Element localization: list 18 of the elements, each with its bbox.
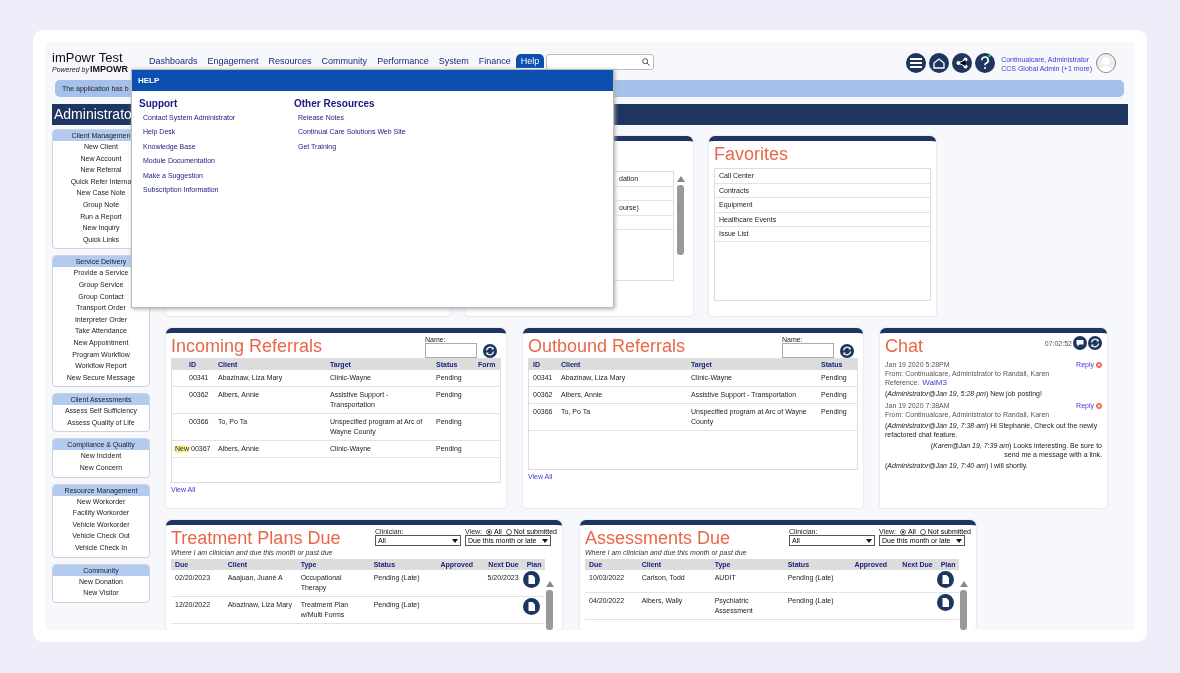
panel-title: Treatment Plans Due <box>171 528 341 549</box>
reference-link[interactable]: WalM3 <box>922 378 947 387</box>
panel-title: Assessments Due <box>585 528 732 549</box>
panel-title: Outbound Referrals <box>528 336 686 357</box>
nav-tab[interactable]: Engagement <box>202 54 264 68</box>
panel-title: Incoming Referrals <box>171 336 323 357</box>
nav-tab[interactable]: Dashboards <box>144 54 203 68</box>
nav-tab[interactable]: Community <box>316 54 373 68</box>
nav-tab[interactable]: System <box>433 54 474 68</box>
panel-title: Favorites <box>714 144 790 165</box>
nav-tab[interactable]: Resources <box>263 54 317 68</box>
menu-title: HELP <box>132 70 613 91</box>
panel-title: Chat <box>885 336 924 357</box>
nav-tab[interactable]: Help <box>515 54 545 68</box>
brand-logo: IMPOWR <box>89 64 128 74</box>
nav-tab[interactable]: Finance <box>473 54 516 68</box>
nav-tab[interactable]: Performance <box>372 54 434 68</box>
app-title: imPowr Test <box>52 51 124 64</box>
